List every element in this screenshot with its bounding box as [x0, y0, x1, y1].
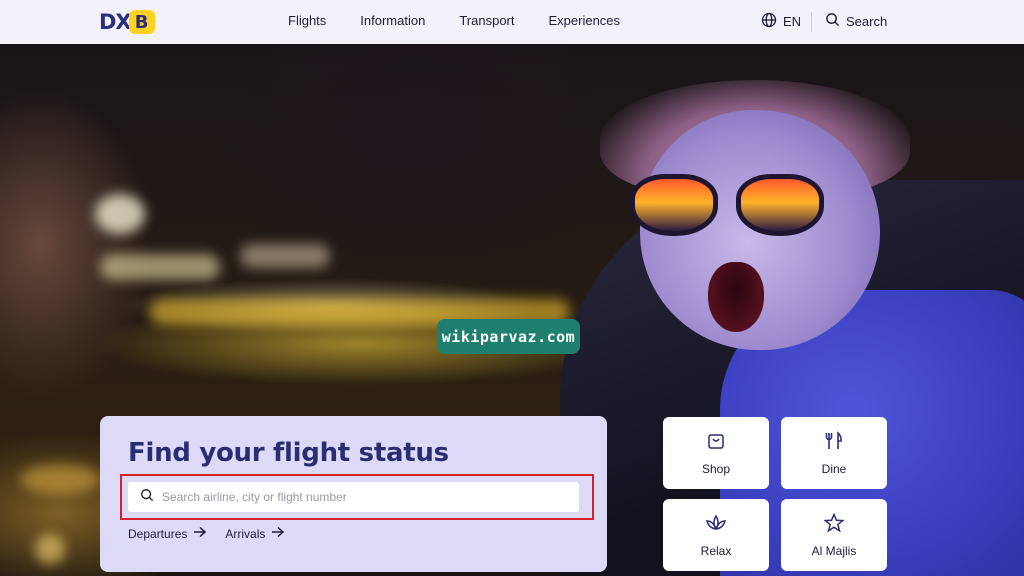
dxb-logo[interactable]: DX B	[99, 9, 155, 35]
nav-information[interactable]: Information	[360, 13, 425, 28]
globe-icon	[761, 12, 777, 31]
search-icon	[825, 12, 840, 30]
flight-search-field[interactable]	[128, 482, 579, 512]
nav-flights[interactable]: Flights	[288, 13, 326, 28]
tile-label: Al Majlis	[811, 543, 857, 558]
top-navigation: DX B Flights Information Transport Experi…	[0, 0, 1024, 44]
flight-links: Departures Arrivals	[128, 526, 285, 541]
arrow-right-icon	[271, 526, 285, 541]
language-selector[interactable]: EN	[761, 12, 801, 31]
flight-status-card: Find your flight status Departures Arriv…	[100, 416, 607, 572]
departures-label: Departures	[128, 526, 188, 541]
nav-transport[interactable]: Transport	[459, 13, 514, 28]
search-icon	[140, 488, 154, 507]
departures-link[interactable]: Departures	[128, 526, 207, 541]
tile-label: Dine	[821, 461, 847, 476]
arrow-right-icon	[193, 526, 207, 541]
nav-experiences[interactable]: Experiences	[549, 13, 621, 28]
tile-dine[interactable]: Dine	[781, 417, 887, 489]
main-menu: Flights Information Transport Experience…	[288, 13, 620, 28]
shopping-bag-icon	[706, 431, 726, 456]
tile-label: Shop	[701, 461, 731, 476]
nav-divider	[811, 12, 812, 32]
tile-label: Relax	[700, 543, 732, 558]
arrivals-link[interactable]: Arrivals	[225, 526, 285, 541]
lotus-icon	[705, 513, 727, 538]
tile-al-majlis[interactable]: Al Majlis	[781, 499, 887, 571]
flight-status-title: Find your flight status	[128, 438, 449, 468]
nav-search-button[interactable]: Search	[825, 12, 887, 30]
nav-search-label: Search	[846, 13, 888, 29]
language-label: EN	[783, 14, 802, 29]
watermark: wikiparvaz.com	[437, 319, 580, 354]
fork-knife-icon	[824, 430, 844, 456]
tile-relax[interactable]: Relax	[663, 499, 769, 571]
tile-shop[interactable]: Shop	[663, 417, 769, 489]
flight-search-input[interactable]	[162, 490, 562, 504]
arrivals-label: Arrivals	[225, 526, 266, 541]
star-icon	[823, 512, 845, 538]
